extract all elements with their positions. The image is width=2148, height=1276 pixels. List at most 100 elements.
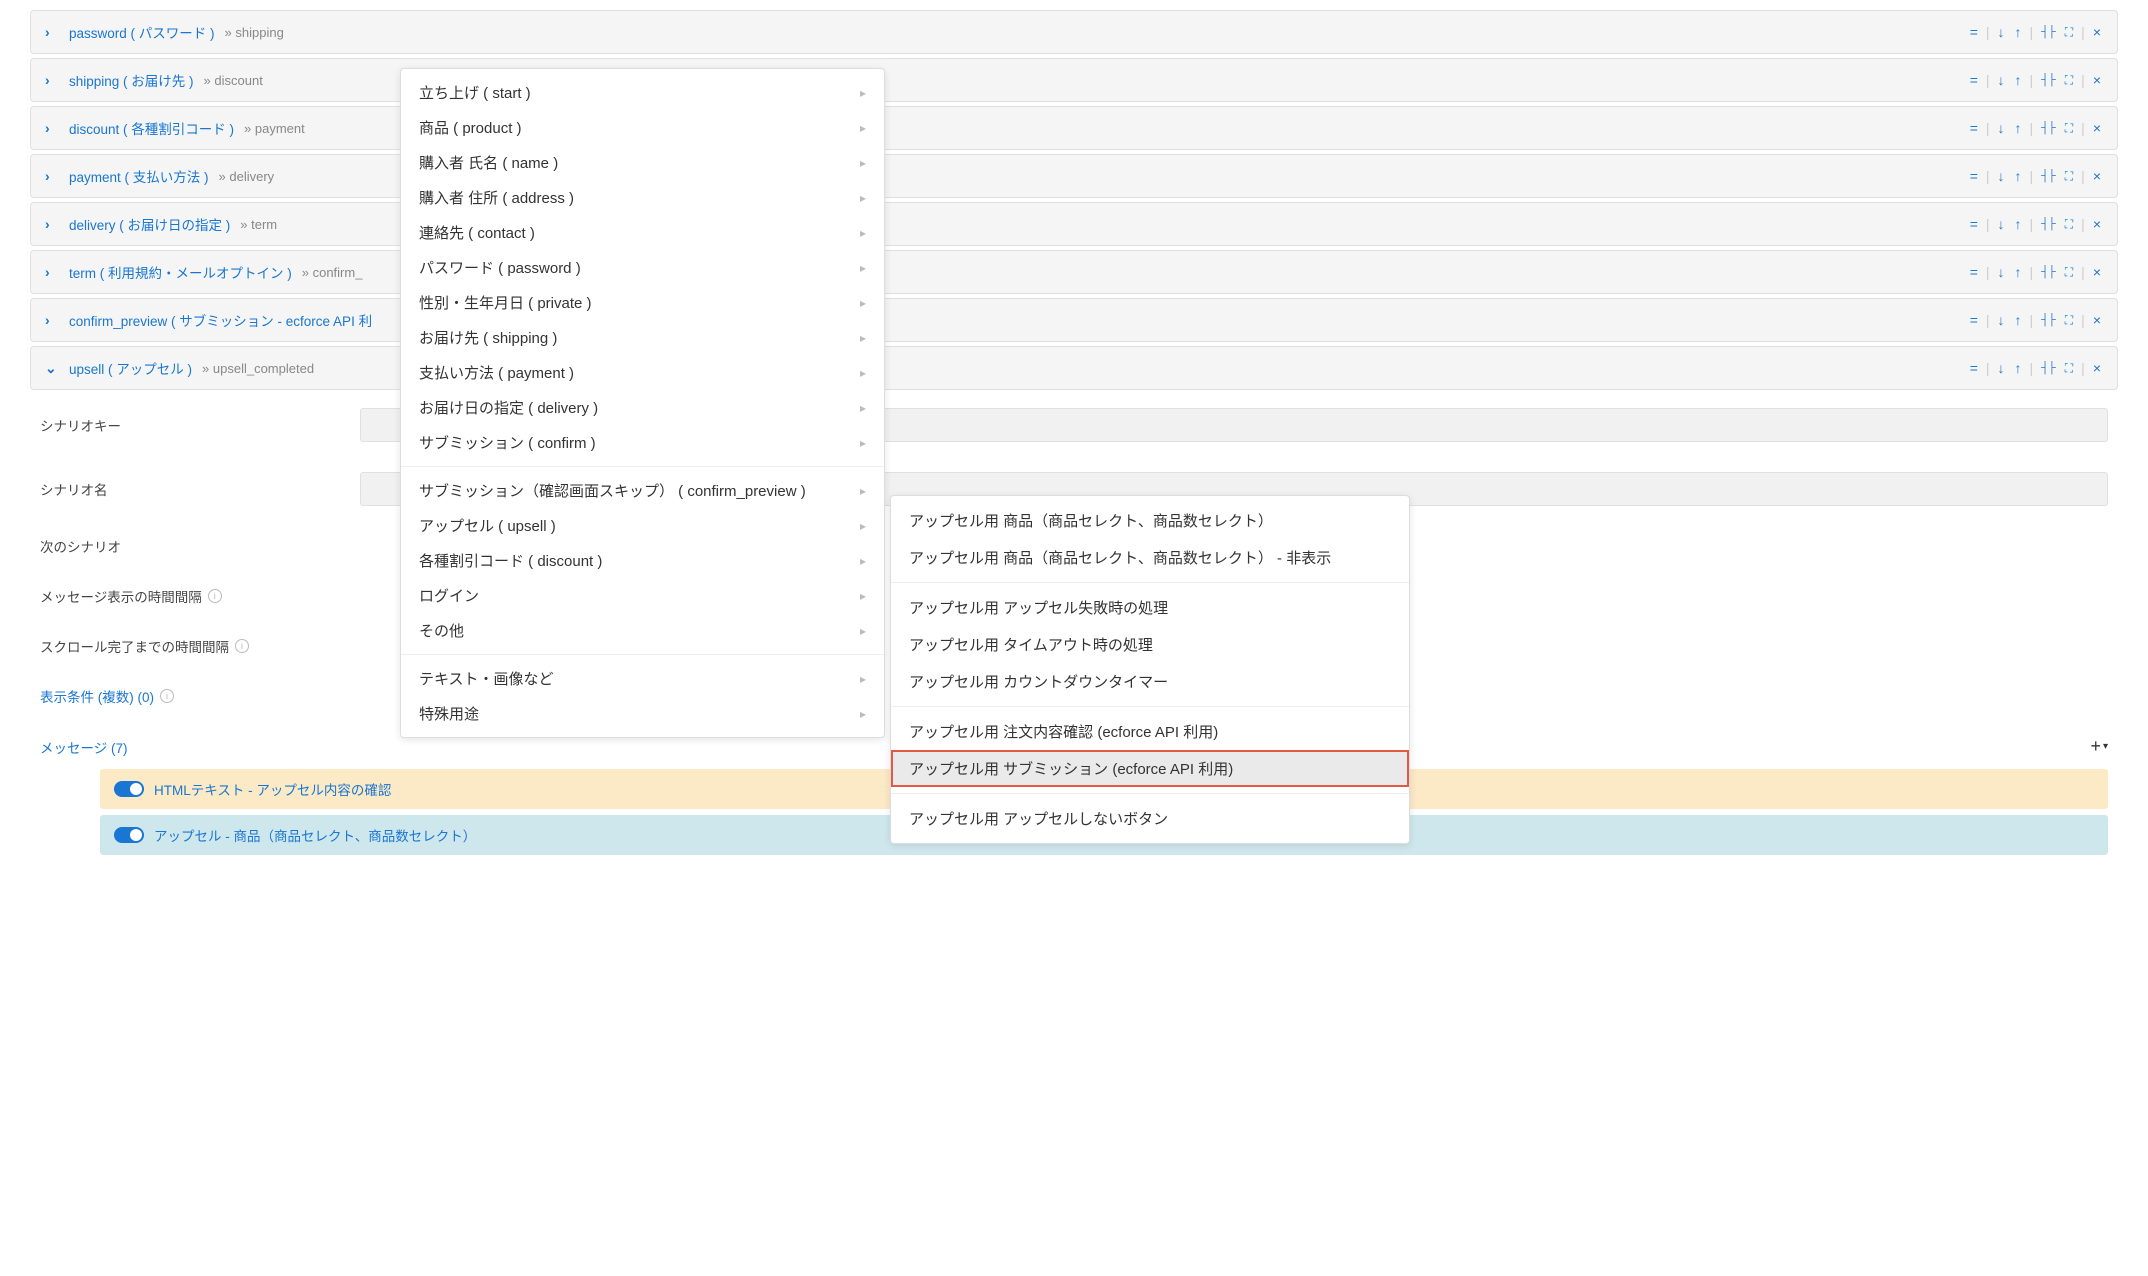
close-icon[interactable]: × [2091, 312, 2103, 328]
expand-icon[interactable]: ⛶ [2063, 73, 2075, 88]
menu-item[interactable]: お届け先 ( shipping )▸ [401, 320, 884, 355]
section-row[interactable]: ›shipping ( お届け先 )» discount=|↓↑|┤├⛶|× [30, 58, 2118, 102]
arrow-up-icon[interactable]: ↑ [2013, 216, 2024, 232]
arrow-up-icon[interactable]: ↑ [2013, 24, 2024, 40]
arrow-down-icon[interactable]: ↓ [1996, 264, 2007, 280]
section-row[interactable]: ›payment ( 支払い方法 )» delivery=|↓↑|┤├⛶|× [30, 154, 2118, 198]
arrow-down-icon[interactable]: ↓ [1996, 360, 2007, 376]
menu-item[interactable]: お届け日の指定 ( delivery )▸ [401, 390, 884, 425]
equals-icon[interactable]: = [1968, 216, 1980, 232]
chevron-right-icon[interactable]: › [45, 72, 59, 88]
submenu-item[interactable]: アップセル用 カウントダウンタイマー [891, 663, 1409, 700]
chevron-down-icon[interactable]: ⌄ [45, 360, 59, 377]
collapse-icon[interactable]: ┤├ [2039, 122, 2057, 134]
equals-icon[interactable]: = [1968, 72, 1980, 88]
info-icon[interactable]: i [208, 589, 222, 603]
arrow-down-icon[interactable]: ↓ [1996, 120, 2007, 136]
menu-item[interactable]: アップセル ( upsell )▸ [401, 508, 884, 543]
submenu-item[interactable]: アップセル用 商品（商品セレクト、商品数セレクト） [891, 502, 1409, 539]
arrow-up-icon[interactable]: ↑ [2013, 120, 2024, 136]
menu-item[interactable]: サブミッション（確認画面スキップ） ( confirm_preview )▸ [401, 473, 884, 508]
collapse-icon[interactable]: ┤├ [2039, 314, 2057, 326]
message-toggle[interactable] [114, 781, 144, 797]
menu-item[interactable]: 性別・生年月日 ( private )▸ [401, 285, 884, 320]
menu-item[interactable]: 支払い方法 ( payment )▸ [401, 355, 884, 390]
submenu-item[interactable]: アップセル用 注文内容確認 (ecforce API 利用) [891, 713, 1409, 750]
section-row[interactable]: ›discount ( 各種割引コード )» payment=|↓↑|┤├⛶|× [30, 106, 2118, 150]
section-row[interactable]: ›term ( 利用規約・メールオプトイン )» confirm_=|↓↑|┤├… [30, 250, 2118, 294]
close-icon[interactable]: × [2091, 24, 2103, 40]
menu-item[interactable]: サブミッション ( confirm )▸ [401, 425, 884, 460]
chevron-right-icon[interactable]: › [45, 168, 59, 184]
add-message-button[interactable]: +▾ [2090, 736, 2108, 757]
close-icon[interactable]: × [2091, 216, 2103, 232]
collapse-icon[interactable]: ┤├ [2039, 26, 2057, 38]
chevron-right-icon[interactable]: › [45, 216, 59, 232]
expand-icon[interactable]: ⛶ [2063, 121, 2075, 136]
close-icon[interactable]: × [2091, 264, 2103, 280]
arrow-down-icon[interactable]: ↓ [1996, 72, 2007, 88]
submenu-item[interactable]: アップセル用 アップセル失敗時の処理 [891, 589, 1409, 626]
close-icon[interactable]: × [2091, 72, 2103, 88]
chevron-right-icon[interactable]: › [45, 120, 59, 136]
menu-item[interactable]: 購入者 住所 ( address )▸ [401, 180, 884, 215]
menu-item[interactable]: その他▸ [401, 613, 884, 648]
close-icon[interactable]: × [2091, 168, 2103, 184]
chevron-right-icon[interactable]: › [45, 264, 59, 280]
equals-icon[interactable]: = [1968, 264, 1980, 280]
menu-item[interactable]: 立ち上げ ( start )▸ [401, 75, 884, 110]
section-row[interactable]: ›password ( パスワード )» shipping=|↓↑|┤├⛶|× [30, 10, 2118, 54]
menu-item[interactable]: ログイン▸ [401, 578, 884, 613]
expand-icon[interactable]: ⛶ [2063, 217, 2075, 232]
expand-icon[interactable]: ⛶ [2063, 361, 2075, 376]
arrow-up-icon[interactable]: ↑ [2013, 264, 2024, 280]
menu-item[interactable]: パスワード ( password )▸ [401, 250, 884, 285]
messages-header[interactable]: メッセージ (7) [40, 737, 127, 757]
menu-item[interactable]: テキスト・画像など▸ [401, 661, 884, 696]
collapse-icon[interactable]: ┤├ [2039, 218, 2057, 230]
collapse-icon[interactable]: ┤├ [2039, 74, 2057, 86]
arrow-down-icon[interactable]: ↓ [1996, 216, 2007, 232]
submenu-item[interactable]: アップセル用 タイムアウト時の処理 [891, 626, 1409, 663]
chevron-right-icon: ▸ [860, 226, 866, 240]
equals-icon[interactable]: = [1968, 168, 1980, 184]
info-icon[interactable]: i [235, 639, 249, 653]
expand-icon[interactable]: ⛶ [2063, 313, 2075, 328]
close-icon[interactable]: × [2091, 360, 2103, 376]
section-row[interactable]: ›delivery ( お届け日の指定 )» term=|↓↑|┤├⛶|× [30, 202, 2118, 246]
expand-icon[interactable]: ⛶ [2063, 169, 2075, 184]
equals-icon[interactable]: = [1968, 120, 1980, 136]
expand-icon[interactable]: ⛶ [2063, 25, 2075, 40]
arrow-down-icon[interactable]: ↓ [1996, 24, 2007, 40]
menu-item[interactable]: 商品 ( product )▸ [401, 110, 884, 145]
section-row[interactable]: ⌄upsell ( アップセル )» upsell_completed=|↓↑|… [30, 346, 2118, 390]
message-toggle[interactable] [114, 827, 144, 843]
arrow-up-icon[interactable]: ↑ [2013, 312, 2024, 328]
arrow-up-icon[interactable]: ↑ [2013, 72, 2024, 88]
arrow-down-icon[interactable]: ↓ [1996, 168, 2007, 184]
arrow-up-icon[interactable]: ↑ [2013, 360, 2024, 376]
expand-icon[interactable]: ⛶ [2063, 265, 2075, 280]
equals-icon[interactable]: = [1968, 360, 1980, 376]
arrow-up-icon[interactable]: ↑ [2013, 168, 2024, 184]
collapse-icon[interactable]: ┤├ [2039, 266, 2057, 278]
submenu-item[interactable]: アップセル用 商品（商品セレクト、商品数セレクト） - 非表示 [891, 539, 1409, 576]
arrow-down-icon[interactable]: ↓ [1996, 312, 2007, 328]
menu-item[interactable]: 各種割引コード ( discount )▸ [401, 543, 884, 578]
equals-icon[interactable]: = [1968, 24, 1980, 40]
section-row[interactable]: ›confirm_preview ( サブミッション - ecforce API… [30, 298, 2118, 342]
submenu-item[interactable]: アップセル用 アップセルしないボタン [891, 800, 1409, 837]
collapse-icon[interactable]: ┤├ [2039, 362, 2057, 374]
info-icon[interactable]: i [160, 689, 174, 703]
menu-item[interactable]: 購入者 氏名 ( name )▸ [401, 145, 884, 180]
collapse-icon[interactable]: ┤├ [2039, 170, 2057, 182]
close-icon[interactable]: × [2091, 120, 2103, 136]
sections-list: ›password ( パスワード )» shipping=|↓↑|┤├⛶|×›… [30, 10, 2118, 390]
chevron-right-icon[interactable]: › [45, 24, 59, 40]
display-conditions-link[interactable]: 表示条件 (複数) (0) i [40, 686, 340, 706]
chevron-right-icon[interactable]: › [45, 312, 59, 328]
menu-item[interactable]: 特殊用途▸ [401, 696, 884, 731]
submenu-item[interactable]: アップセル用 サブミッション (ecforce API 利用) [891, 750, 1409, 787]
menu-item[interactable]: 連絡先 ( contact )▸ [401, 215, 884, 250]
equals-icon[interactable]: = [1968, 312, 1980, 328]
